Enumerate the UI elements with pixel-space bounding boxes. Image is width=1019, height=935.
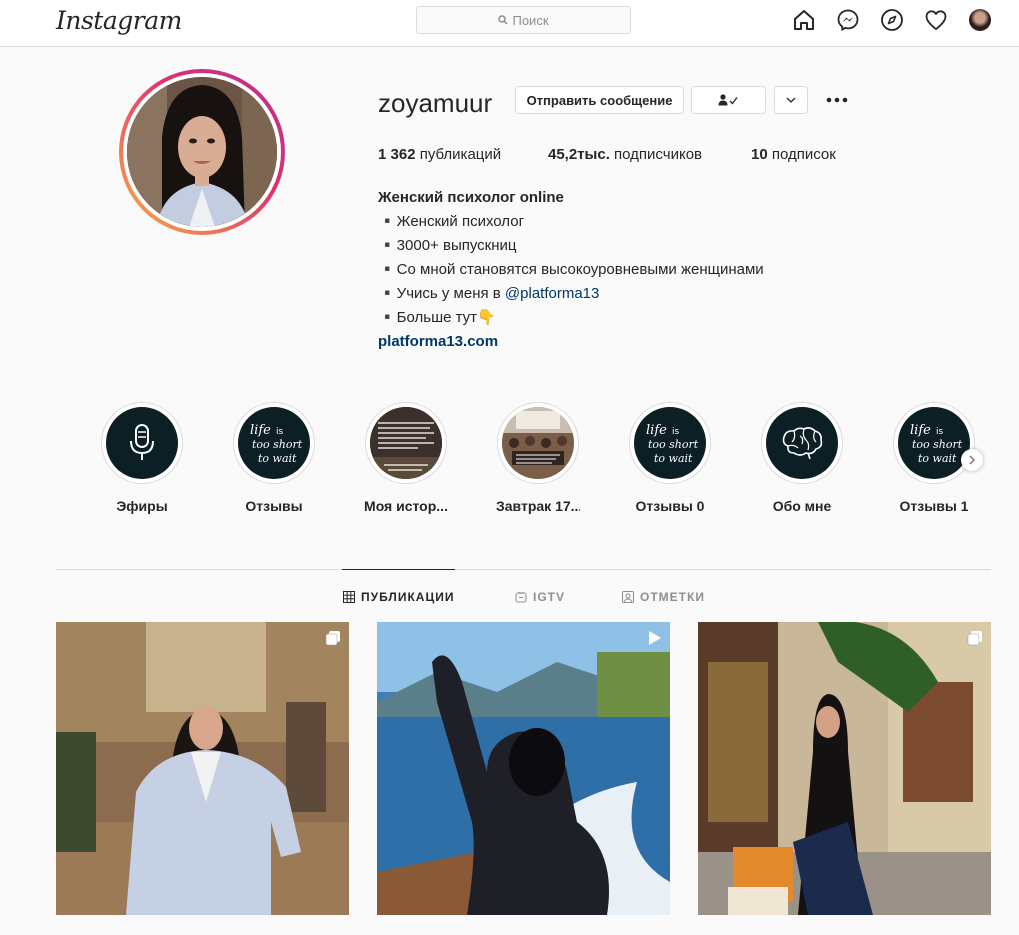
search-input[interactable]: Поиск — [416, 6, 631, 34]
post-image — [377, 622, 670, 915]
chevron-down-icon — [786, 97, 796, 103]
life-is-too-short-lettering-icon: life is too short to wait — [910, 423, 963, 465]
person-check-icon — [718, 94, 738, 106]
bio-line: ▪️Со мной становятся высокоуровневыми же… — [378, 261, 764, 278]
bio-line: ▪️3000+ выпускниц — [378, 237, 517, 254]
bio-line: ▪️Женский психолог — [378, 213, 525, 230]
direct-messenger-icon[interactable] — [836, 8, 860, 32]
post-image — [698, 622, 991, 915]
search-icon — [498, 15, 509, 25]
bio-website-link[interactable]: platforma13.com — [378, 330, 764, 354]
send-message-button[interactable]: Отправить сообщение — [515, 86, 684, 114]
highlight-label: Отзывы 1 — [899, 498, 969, 514]
tab-posts-label: ПУБЛИКАЦИИ — [361, 590, 455, 604]
story-highlight[interactable]: Эфиры — [100, 402, 184, 514]
highlight-label: Завтрак 17.... — [496, 498, 580, 514]
post-thumbnail[interactable] — [56, 622, 349, 915]
story-highlight[interactable]: Обо мне — [760, 402, 844, 514]
svg-text:life: life — [910, 423, 931, 438]
post-thumbnail[interactable] — [698, 622, 991, 915]
profile-username: zoyamuur — [378, 88, 493, 118]
bio-full-name: Женский психолог online — [378, 189, 564, 206]
multiple-posts-icon — [325, 631, 340, 646]
search-placeholder: Поиск — [512, 12, 549, 28]
svg-text:is: is — [276, 427, 284, 437]
more-options-icon[interactable] — [826, 97, 848, 103]
explore-compass-icon[interactable] — [880, 8, 904, 32]
bio-line: ▪️Больше тут👇 — [378, 309, 496, 326]
profile-avatar-nav[interactable] — [969, 9, 991, 31]
svg-text:to wait: to wait — [258, 452, 297, 465]
svg-text:is: is — [936, 427, 944, 437]
chevron-right-icon — [969, 455, 976, 465]
top-navigation-bar: Instagram Поиск — [0, 0, 1019, 47]
profile-picture — [127, 77, 277, 227]
tab-tagged[interactable]: ОТМЕТКИ — [622, 590, 705, 604]
highlight-label: Обо мне — [772, 498, 832, 514]
story-highlight[interactable]: Завтрак 17.... — [496, 402, 580, 514]
svg-text:life: life — [250, 423, 271, 438]
story-highlight[interactable]: Моя истор... — [364, 402, 448, 514]
followers-count-stat[interactable]: 45,2тыс. подписчиков — [548, 146, 702, 163]
following-status-button[interactable] — [691, 86, 766, 114]
tabs-divider — [56, 569, 991, 570]
microphone-icon — [130, 424, 154, 460]
svg-text:too short: too short — [252, 438, 303, 451]
multiple-posts-icon — [967, 631, 982, 646]
tab-igtv[interactable]: IGTV — [515, 590, 565, 604]
bio-mention-link[interactable]: @platforma13 — [505, 285, 599, 302]
highlights-next-button[interactable] — [961, 449, 983, 471]
brain-icon — [782, 427, 823, 460]
igtv-icon — [515, 591, 527, 603]
svg-text:too short: too short — [912, 438, 963, 451]
suggested-accounts-dropdown[interactable] — [774, 86, 808, 114]
profile-picture-story-ring[interactable] — [119, 69, 285, 235]
activity-heart-icon[interactable] — [924, 8, 948, 32]
instagram-logo[interactable]: Instagram — [56, 6, 182, 35]
tab-posts[interactable]: ПУБЛИКАЦИИ — [343, 590, 454, 604]
active-tab-indicator — [342, 569, 455, 570]
post-thumbnail[interactable] — [377, 622, 670, 915]
life-is-too-short-lettering-icon: life is too short to wait — [646, 423, 699, 465]
event-photo-thumbnail — [502, 407, 574, 479]
home-icon[interactable] — [792, 8, 816, 32]
tagged-person-icon — [622, 591, 634, 603]
tab-tagged-label: ОТМЕТКИ — [640, 590, 705, 604]
highlight-label: Отзывы 0 — [635, 498, 705, 514]
svg-text:too short: too short — [648, 438, 699, 451]
svg-text:is: is — [672, 427, 680, 437]
svg-text:to wait: to wait — [918, 452, 957, 465]
tab-igtv-label: IGTV — [533, 590, 566, 604]
story-highlight[interactable]: life is too short to wait Отзывы 0 — [628, 402, 712, 514]
highlight-label: Отзывы — [245, 498, 303, 514]
grid-icon — [343, 591, 355, 603]
highlight-label: Эфиры — [116, 498, 168, 514]
following-count-stat[interactable]: 10 подписок — [751, 146, 836, 163]
svg-text:life: life — [646, 423, 667, 438]
text-story-thumbnail — [370, 407, 442, 479]
video-icon — [649, 631, 661, 645]
post-image — [56, 622, 349, 915]
profile-bio: Женский психолог online ▪️Женский психол… — [378, 186, 764, 354]
bio-line: ▪️Учись у меня в @platforma13 — [378, 285, 600, 302]
life-is-too-short-lettering-icon: life is too short to wait — [250, 423, 303, 465]
story-highlight[interactable]: life is too short to wait Отзывы — [232, 402, 316, 514]
highlight-label: Моя истор... — [364, 498, 448, 514]
posts-count-stat: 1 362 публикаций — [378, 146, 502, 163]
svg-text:to wait: to wait — [654, 452, 693, 465]
